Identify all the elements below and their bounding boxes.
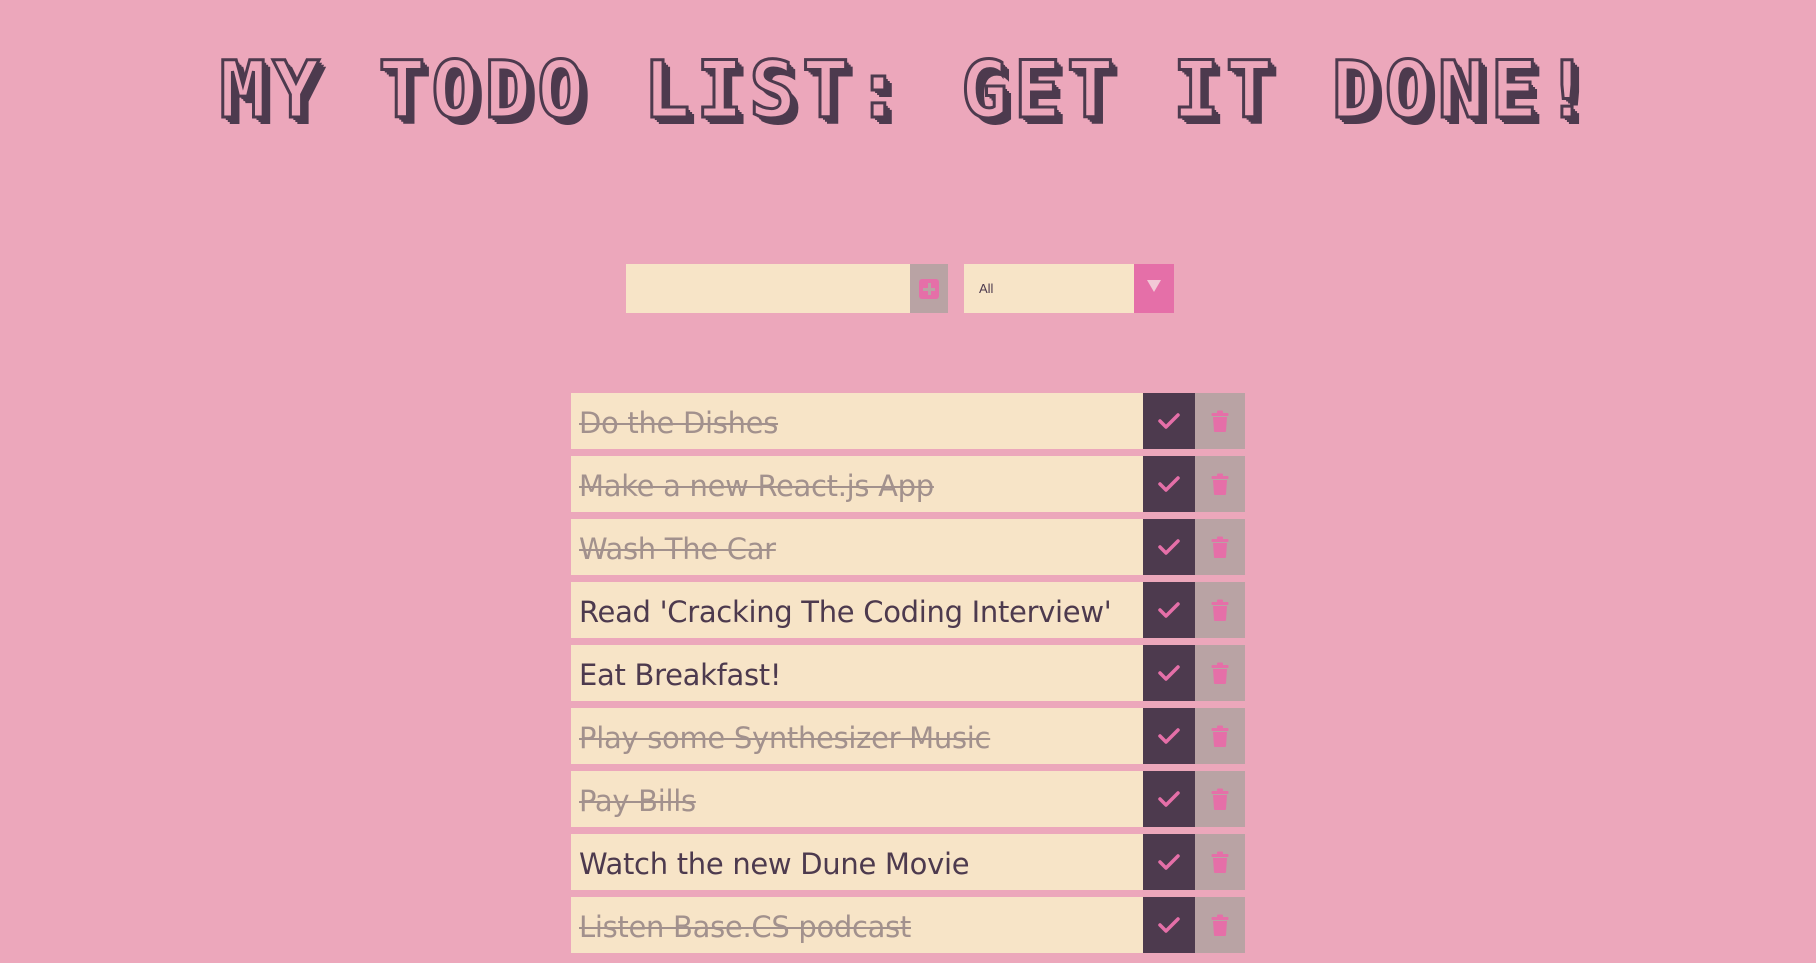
check-icon: [1158, 413, 1180, 429]
delete-button[interactable]: [1195, 582, 1245, 638]
delete-button[interactable]: [1195, 834, 1245, 890]
delete-button[interactable]: [1195, 708, 1245, 764]
filter-select-value[interactable]: All: [964, 264, 1134, 313]
trash-icon: [1211, 662, 1229, 684]
trash-icon: [1211, 599, 1229, 621]
header: MY TODO LIST: GET IT DONE!: [0, 46, 1816, 136]
complete-button[interactable]: [1143, 708, 1195, 764]
todo-text: Play some Synthesizer Music: [571, 708, 1143, 764]
todo-text: Do the Dishes: [571, 393, 1143, 449]
todo-text: Make a new React.js App: [571, 456, 1143, 512]
check-icon: [1158, 728, 1180, 744]
todo-item: Play some Synthesizer Music: [571, 708, 1245, 764]
todo-text: Listen Base.CS podcast: [571, 897, 1143, 953]
complete-button[interactable]: [1143, 771, 1195, 827]
todo-item: Read 'Cracking The Coding Interview': [571, 582, 1245, 638]
todo-text: Wash The Car: [571, 519, 1143, 575]
todo-item: Pay Bills: [571, 771, 1245, 827]
todo-item: Eat Breakfast!: [571, 645, 1245, 701]
trash-icon: [1211, 914, 1229, 936]
delete-button[interactable]: [1195, 645, 1245, 701]
complete-button[interactable]: [1143, 834, 1195, 890]
complete-button[interactable]: [1143, 456, 1195, 512]
trash-icon: [1211, 788, 1229, 810]
delete-button[interactable]: [1195, 897, 1245, 953]
delete-button[interactable]: [1195, 519, 1245, 575]
complete-button[interactable]: [1143, 519, 1195, 575]
delete-button[interactable]: [1195, 456, 1245, 512]
trash-icon: [1211, 473, 1229, 495]
caret-down-icon: [1147, 279, 1161, 292]
todo-text: Watch the new Dune Movie: [571, 834, 1143, 890]
filter-select[interactable]: All: [964, 264, 1174, 313]
check-icon: [1158, 791, 1180, 807]
todo-item: Wash The Car: [571, 519, 1245, 575]
check-icon: [1158, 917, 1180, 933]
trash-icon: [1211, 851, 1229, 873]
delete-button[interactable]: [1195, 393, 1245, 449]
complete-button[interactable]: [1143, 897, 1195, 953]
check-icon: [1158, 665, 1180, 681]
check-icon: [1158, 476, 1180, 492]
add-todo-button[interactable]: [910, 264, 948, 313]
todo-text: Read 'Cracking The Coding Interview': [571, 582, 1143, 638]
check-icon: [1158, 854, 1180, 870]
todo-text: Eat Breakfast!: [571, 645, 1143, 701]
todo-item: Do the Dishes: [571, 393, 1245, 449]
complete-button[interactable]: [1143, 582, 1195, 638]
filter-dropdown-button[interactable]: [1134, 264, 1174, 313]
complete-button[interactable]: [1143, 645, 1195, 701]
check-icon: [1158, 602, 1180, 618]
delete-button[interactable]: [1195, 771, 1245, 827]
todo-item: Listen Base.CS podcast: [571, 897, 1245, 953]
check-icon: [1158, 539, 1180, 555]
complete-button[interactable]: [1143, 393, 1195, 449]
trash-icon: [1211, 410, 1229, 432]
todo-app: MY TODO LIST: GET IT DONE! All Do the Di…: [0, 0, 1816, 963]
todo-form: All: [626, 264, 1174, 313]
page-title: MY TODO LIST: GET IT DONE!: [218, 46, 1597, 136]
todo-item: Make a new React.js App: [571, 456, 1245, 512]
todo-list: Do the Dishes Make a new React.js App Wa…: [571, 393, 1245, 960]
todo-input[interactable]: [626, 264, 910, 313]
trash-icon: [1211, 536, 1229, 558]
todo-item: Watch the new Dune Movie: [571, 834, 1245, 890]
todo-text: Pay Bills: [571, 771, 1143, 827]
trash-icon: [1211, 725, 1229, 747]
plus-square-icon: [919, 278, 939, 299]
